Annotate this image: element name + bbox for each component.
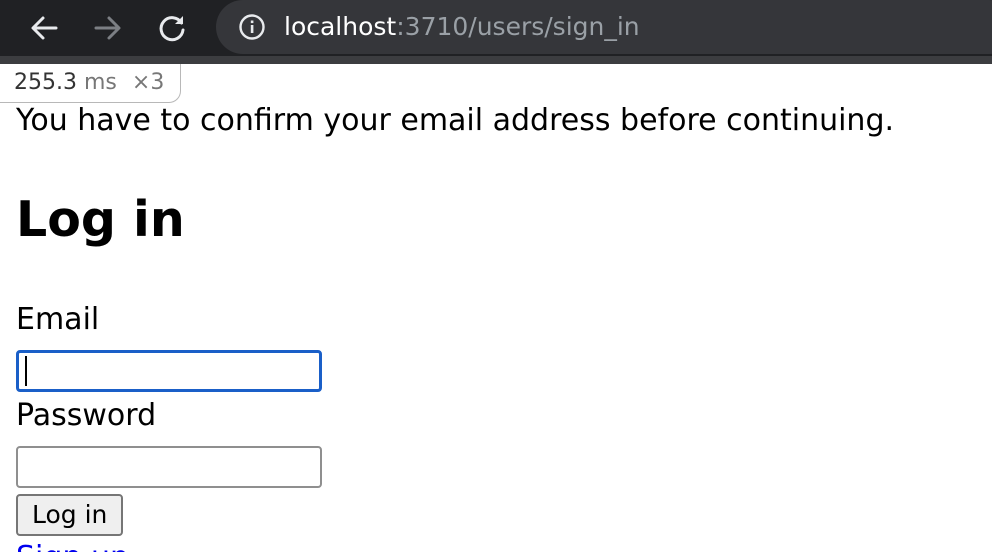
url-text[interactable]: localhost:3710/users/sign_in <box>284 10 640 44</box>
browser-toolbar: localhost:3710/users/sign_in <box>0 0 992 56</box>
url-path: :3710/users/sign_in <box>396 12 640 41</box>
sign-up-link[interactable]: Sign up <box>16 538 129 552</box>
page-title: Log in <box>16 191 185 248</box>
flash-notice: You have to confirm your email address b… <box>16 103 895 138</box>
password-field[interactable] <box>16 446 322 488</box>
url-host: localhost <box>284 12 397 41</box>
toolbar-divider <box>0 56 992 64</box>
forward-button[interactable] <box>86 6 130 50</box>
forward-arrow-icon <box>94 16 121 40</box>
back-arrow-icon <box>31 16 58 40</box>
profiler-count: ×3 <box>131 70 165 95</box>
reload-icon <box>159 16 185 42</box>
email-field[interactable] <box>16 350 322 392</box>
profiler-time: 255.3 <box>14 70 77 95</box>
reload-button[interactable] <box>150 6 194 50</box>
profiler-unit: ms <box>83 70 117 95</box>
mini-profiler-badge[interactable]: 255.3 ms ×3 <box>0 64 182 103</box>
text-caret <box>25 356 27 386</box>
password-label: Password <box>16 398 157 433</box>
email-label: Email <box>16 302 100 337</box>
log-in-button[interactable]: Log in <box>16 494 124 536</box>
address-bar[interactable]: localhost:3710/users/sign_in <box>216 0 992 54</box>
info-icon[interactable] <box>238 13 266 41</box>
page-content: 255.3 ms ×3 You have to confirm your ema… <box>0 64 992 552</box>
back-button[interactable] <box>22 6 66 50</box>
